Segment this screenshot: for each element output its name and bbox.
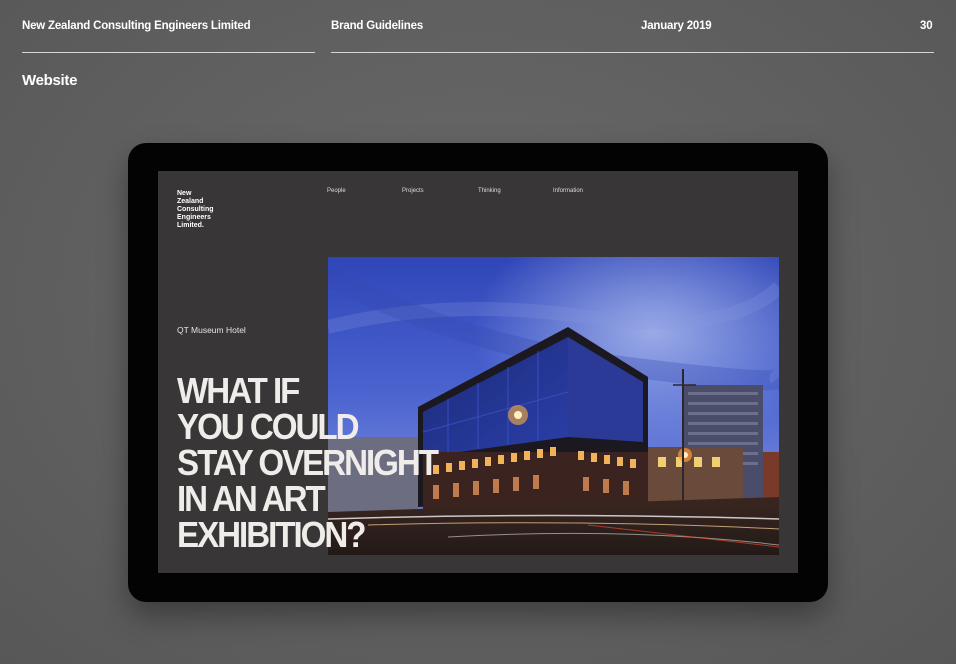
header-divider-right <box>331 52 934 53</box>
logo-line: Consulting <box>177 206 214 213</box>
page-number: 30 <box>920 20 933 32</box>
logo-line: Engineers <box>177 214 211 221</box>
site-logo[interactable]: New Zealand Consulting Engineers Limited… <box>177 190 237 230</box>
section-title: Website <box>22 72 78 89</box>
headline-line: YOU COULD <box>177 406 360 447</box>
header-date: January 2019 <box>641 20 712 32</box>
nav-projects[interactable]: Projects <box>402 188 424 194</box>
logo-line: New <box>177 190 192 197</box>
hero-headline: WHAT IF YOU COULD STAY OVERNIGHT IN AN A… <box>177 370 439 555</box>
headline-line: EXHIBITION? <box>177 514 367 555</box>
project-label: QT Museum Hotel <box>177 325 246 335</box>
website-screen: New Zealand Consulting Engineers Limited… <box>158 171 798 573</box>
nav-thinking[interactable]: Thinking <box>478 188 501 194</box>
tablet-mockup: New Zealand Consulting Engineers Limited… <box>128 143 828 602</box>
nav-information[interactable]: Information <box>553 188 583 194</box>
logo-line: Limited. <box>177 222 204 229</box>
headline-line: STAY OVERNIGHT <box>177 442 439 483</box>
header-document-title: Brand Guidelines <box>331 20 424 32</box>
headline-line: IN AN ART <box>177 478 326 519</box>
nav-people[interactable]: People <box>327 188 346 194</box>
header-company: New Zealand Consulting Engineers Limited <box>22 20 251 32</box>
logo-line: Zealand <box>177 198 204 205</box>
header-divider-left <box>22 52 315 53</box>
headline-line: WHAT IF <box>177 370 300 411</box>
